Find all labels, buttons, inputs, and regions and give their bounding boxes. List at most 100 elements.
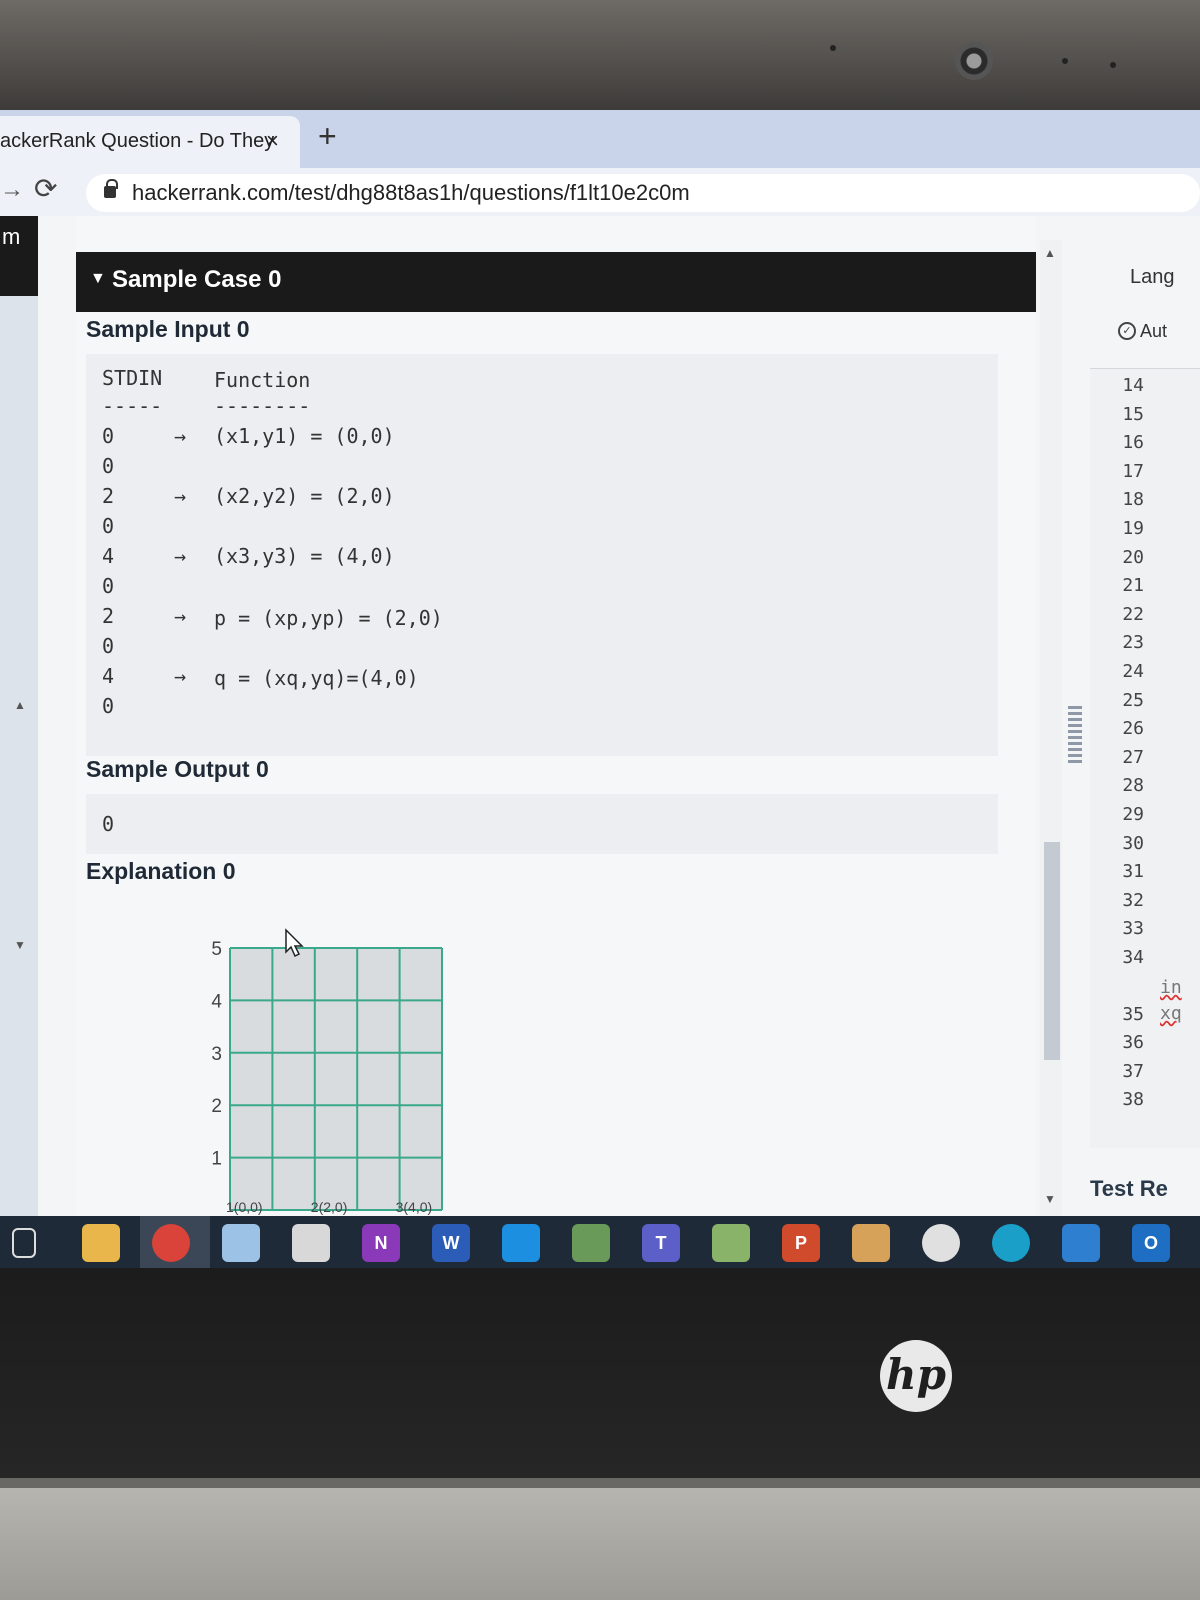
function-mapping: (x2,y2) = (2,0) [214, 484, 395, 508]
test-results-tab[interactable]: Test Re [1090, 1176, 1168, 1202]
outlook-icon[interactable]: O [1132, 1224, 1170, 1262]
line-number: 23 [1122, 632, 1144, 654]
powerpoint-icon[interactable]: P [782, 1224, 820, 1262]
chart-plot-area [230, 948, 442, 1210]
windows-taskbar: NW T P O [0, 1216, 1200, 1270]
stdin-value: 2 [102, 604, 115, 628]
y-tick-label: 1 [211, 1149, 222, 1170]
chrome-icon[interactable] [152, 1224, 190, 1262]
content-scrollbar[interactable]: ▲ ▼ [1040, 240, 1062, 1216]
y-tick-label: 3 [211, 1044, 222, 1065]
file-explorer-icon[interactable] [82, 1224, 120, 1262]
app-icon-2[interactable] [712, 1224, 750, 1262]
line-number: 16 [1122, 432, 1144, 454]
arrow-icon: → [174, 544, 187, 568]
vscode-icon[interactable] [502, 1224, 540, 1262]
sensor-dot [1062, 58, 1068, 64]
line-number: 18 [1122, 489, 1144, 511]
x-point-label: 2(2,0) [311, 1199, 348, 1215]
function-header: Function [214, 368, 311, 392]
edge-icon[interactable] [992, 1224, 1030, 1262]
onenote-icon[interactable]: N [362, 1224, 400, 1262]
explanation-chart: 5 4 3 2 1 1(0,0) 2(2,0) 3(4,0) [211, 939, 443, 1215]
forward-icon[interactable]: → [0, 176, 24, 204]
url-input[interactable]: hackerrank.com/test/dhg88t8as1h/question… [86, 174, 1200, 212]
function-mapping: (x1,y1) = (0,0) [214, 424, 395, 448]
photos-icon[interactable] [1062, 1224, 1100, 1262]
code-fragment[interactable]: xq [1160, 1003, 1182, 1024]
explanation-label: Explanation 0 [86, 858, 236, 884]
line-number: 24 [1122, 661, 1144, 682]
sample-case-header[interactable]: ▼ Sample Case 0 [76, 252, 1036, 312]
stdin-value: 0 [102, 514, 115, 538]
arrow-icon: → [174, 604, 187, 628]
line-number: 38 [1122, 1089, 1144, 1111]
function-mapping: q = (xq,yq)=(4,0) [214, 666, 419, 690]
scroll-thumb[interactable] [1044, 842, 1060, 1060]
sample-output-box: 0 [86, 794, 998, 854]
laptop-hinge [0, 1478, 1200, 1488]
stdin-value: 0 [102, 694, 115, 718]
rail-up-arrow-icon[interactable]: ▲ [14, 698, 26, 712]
line-number: 25 [1122, 689, 1144, 711]
line-number: 34 [1122, 947, 1144, 968]
tab-bar: ackerRank Question - Do They × + [0, 110, 1200, 168]
function-mapping: (x3,y3) = (4,0) [214, 544, 395, 568]
address-bar: → ⟳ hackerrank.com/test/dhg88t8as1h/ques… [0, 168, 1200, 216]
app-icon[interactable] [572, 1224, 610, 1262]
task-view-icon[interactable] [12, 1228, 36, 1258]
stdin-value: 0 [102, 424, 115, 448]
soccer-icon[interactable] [922, 1224, 960, 1262]
browser-tab[interactable]: ackerRank Question - Do They × [0, 116, 300, 168]
autocomplete-label[interactable]: Aut [1140, 321, 1167, 342]
line-number: 29 [1122, 804, 1144, 825]
arrow-icon: → [174, 664, 187, 688]
laptop-bezel-bottom [0, 1268, 1200, 1478]
word-icon[interactable]: W [432, 1224, 470, 1262]
notepad-icon[interactable] [222, 1224, 260, 1262]
close-tab-icon[interactable]: × [266, 128, 279, 154]
app-icon-3[interactable] [852, 1224, 890, 1262]
line-number: 33 [1122, 918, 1144, 940]
arrow-icon: → [174, 484, 187, 508]
scroll-up-icon[interactable]: ▲ [1044, 246, 1056, 260]
url-text: hackerrank.com/test/dhg88t8as1h/question… [132, 180, 690, 205]
sensor-dot [1110, 62, 1116, 68]
collapse-triangle-icon[interactable]: ▼ [90, 270, 106, 288]
screen: ackerRank Question - Do They × + → ⟳ hac… [0, 110, 1200, 1270]
tab-title: ackerRank Question - Do They [0, 130, 275, 152]
line-number: 36 [1122, 1032, 1144, 1054]
scroll-down-icon[interactable]: ▼ [1044, 1192, 1056, 1206]
stdin-value: 0 [102, 574, 115, 598]
line-number: 26 [1122, 718, 1144, 740]
question-content: ▼ Sample Case 0 Sample Input 0 STDIN Fun… [76, 216, 1036, 1216]
sample-input-label: Sample Input 0 [86, 316, 250, 342]
new-tab-button[interactable]: + [318, 118, 337, 155]
line-number: 31 [1122, 861, 1144, 883]
laptop-palmrest [0, 1478, 1200, 1600]
function-separator: -------- [214, 394, 311, 418]
page: m ▲ ▼ ▼ Sample Case 0 Sample Input 0 STD… [0, 216, 1200, 1216]
code-fragment[interactable]: in [1160, 977, 1182, 998]
teams-icon[interactable]: T [642, 1224, 680, 1262]
line-number: 28 [1122, 775, 1144, 797]
stdin-header: STDIN [102, 366, 163, 390]
reload-icon[interactable]: ⟳ [34, 172, 57, 205]
line-number: 30 [1122, 832, 1144, 854]
paint-icon[interactable] [292, 1224, 330, 1262]
sample-case-title: Sample Case 0 [112, 266, 282, 293]
rail-down-arrow-icon[interactable]: ▼ [14, 938, 26, 952]
arrow-icon: → [174, 424, 187, 448]
sensor-dot [830, 45, 836, 51]
laptop-bezel-top [0, 0, 1200, 118]
stdin-value: 0 [102, 634, 115, 658]
sample-input-box: STDIN Function ----- -------- 0 0 2 0 4 … [86, 354, 998, 756]
line-number: 15 [1122, 403, 1144, 425]
line-number: 17 [1122, 460, 1144, 482]
pane-splitter-handle[interactable] [1068, 706, 1082, 766]
stdin-value: 2 [102, 484, 115, 508]
line-number: 35 [1122, 1003, 1144, 1025]
stdin-separator: ----- [102, 394, 163, 418]
language-label[interactable]: Lang [1130, 266, 1175, 289]
hp-logo: hp [880, 1340, 952, 1412]
